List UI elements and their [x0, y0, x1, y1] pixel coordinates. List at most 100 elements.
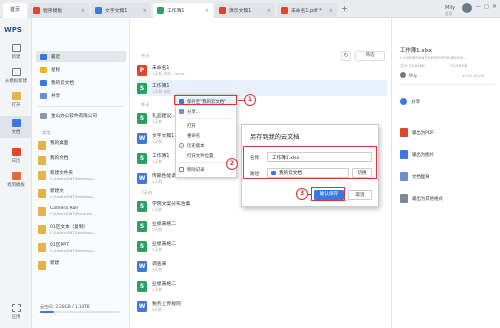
- presentation-icon: [219, 7, 226, 14]
- action-slim[interactable]: 文档瘦身: [412, 174, 430, 180]
- folder-item[interactable]: 新建文 C:\Users\SNT\Desktop\...: [38, 188, 126, 199]
- word-file-icon: W: [137, 132, 147, 144]
- highlight-box: [311, 187, 345, 201]
- cancel-button[interactable]: 取消: [348, 190, 372, 200]
- section-label: 今天: [141, 53, 150, 58]
- folder-item[interactable]: 我的文档: [38, 155, 126, 165]
- slim-icon: [400, 172, 408, 181]
- file-row[interactable]: W 调查表 3天前: [137, 258, 387, 274]
- detail-path: C:\USERS\SNT\DESKTOP\SUBOOK...: [400, 55, 467, 60]
- folder-item[interactable]: 01区PPT C:\Users\SNT\Desktop\...: [38, 242, 126, 253]
- file-row[interactable]: S 业绩表格二 2天前: [137, 218, 387, 234]
- detail-owner: Mily: [409, 73, 418, 78]
- file-row[interactable]: P 未命名1 1天前 本地 · temp: [137, 62, 387, 78]
- section-label: 7天内: [141, 190, 153, 195]
- detail-size-value: 13.58 KB: [450, 63, 468, 68]
- tab-home[interactable]: 首页: [3, 3, 27, 18]
- new-tab-button[interactable]: +: [341, 4, 348, 13]
- rail-calendar[interactable]: 日历: [0, 148, 32, 164]
- menu-item-share[interactable]: 分享...: [176, 107, 238, 116]
- close-window-button[interactable]: ×: [492, 3, 497, 10]
- pdf-icon: [33, 7, 40, 14]
- sidebar: 最近 星标 我的云文档 共享 金山办公软件有限公司 常用 我的桌面 我的文档 新…: [32, 18, 130, 328]
- avatar[interactable]: [462, 3, 472, 13]
- folder-icon: [38, 156, 46, 165]
- action-export-pdf[interactable]: 输出为PDF: [412, 130, 434, 136]
- export-icon: [400, 194, 408, 203]
- star-icon: [40, 66, 47, 73]
- share-icon: [179, 109, 184, 114]
- folder-icon: [38, 225, 46, 234]
- spreadsheet-file-icon: S: [137, 280, 147, 292]
- rail-template[interactable]: 从模板新建: [0, 68, 32, 84]
- minimize-button[interactable]: —: [476, 4, 481, 10]
- detail-date: 2019-10-09: [462, 73, 485, 78]
- share-icon: [40, 92, 47, 99]
- folder-item[interactable]: Camera Roll C:\Users\SNT\Pictures\...: [38, 206, 126, 216]
- divider: [179, 118, 235, 119]
- word-file-icon: W: [137, 300, 147, 312]
- plus-icon: [11, 44, 21, 52]
- template-store-icon: [11, 172, 21, 180]
- rail-documents[interactable]: 文档: [0, 116, 32, 138]
- menu-item-open[interactable]: 打开: [176, 121, 238, 130]
- file-row[interactable]: S 业绩表格二 4天前: [137, 278, 387, 294]
- sidebar-item-team[interactable]: 金山办公软件有限公司: [36, 110, 126, 121]
- calendar-icon: [11, 148, 21, 156]
- tab-document[interactable]: 程序模板 ×: [29, 3, 89, 18]
- action-export-image[interactable]: 输出为图片: [412, 152, 434, 158]
- folder-icon: [11, 92, 21, 100]
- rail-new[interactable]: 新建: [0, 44, 32, 60]
- spreadsheet-file-icon: S: [137, 82, 147, 94]
- sidebar-item-starred[interactable]: 星标: [36, 64, 126, 75]
- tab-document[interactable]: 工作簿1 ×: [153, 3, 213, 18]
- close-icon[interactable]: ×: [267, 8, 271, 14]
- divider: [400, 84, 495, 85]
- spreadsheet-file-icon: S: [137, 220, 147, 232]
- filter-button[interactable]: 筛选: [355, 51, 385, 61]
- tab-document[interactable]: 文字文稿1 ×: [91, 3, 151, 18]
- file-row[interactable]: W 税务上传规则 5天前: [137, 298, 387, 314]
- highlight-box: [243, 146, 377, 179]
- close-icon[interactable]: ×: [143, 8, 147, 14]
- folder-item[interactable]: 新建文件夹 C:\Users\SNT\Desktop\...: [38, 170, 126, 181]
- action-export-other[interactable]: 输出为其他格式: [412, 196, 443, 202]
- refresh-button[interactable]: ↻: [341, 51, 351, 61]
- user-member-label: 会员: [445, 11, 453, 16]
- apps-icon: [11, 304, 21, 312]
- tab-document[interactable]: 演示文稿1 ×: [215, 3, 275, 18]
- pdf-icon: [281, 7, 288, 14]
- share-link[interactable]: 分享: [411, 99, 420, 105]
- sidebar-section-title: 常用: [42, 130, 51, 135]
- folder-icon: [38, 261, 46, 270]
- word-file-icon: W: [137, 172, 147, 184]
- folder-item[interactable]: 01区文本（复制） C:\Users\SNT\Desktop\...: [38, 224, 126, 235]
- rail-open[interactable]: 打开: [0, 92, 32, 108]
- close-icon[interactable]: ×: [205, 8, 209, 14]
- divider: [38, 106, 124, 107]
- menu-item-rename[interactable]: 重命名: [176, 131, 238, 140]
- close-icon[interactable]: ×: [81, 8, 85, 14]
- tab-document[interactable]: 未命名1.pdf * ×: [277, 3, 337, 18]
- clock-icon: [40, 53, 47, 60]
- file-detail-panel: 工作簿1.xlsx C:\USERS\SNT\DESKTOP\SUBOOK...…: [391, 18, 500, 328]
- menu-item-history[interactable]: 历史版本: [176, 141, 238, 150]
- file-row[interactable]: S 业绩表格二 3天前: [137, 238, 387, 254]
- folder-item[interactable]: 我的桌面: [38, 140, 126, 150]
- tab-bar: 首页 程序模板 × 文字文稿1 × 工作簿1 × 演示文稿1 × 未命名1.pd…: [0, 0, 500, 18]
- folder-icon: [38, 141, 46, 150]
- rail-find-template[interactable]: 找到模板: [0, 172, 32, 188]
- sidebar-item-recent[interactable]: 最近: [36, 51, 126, 62]
- document-icon: [11, 119, 21, 127]
- close-icon[interactable]: ×: [329, 8, 333, 14]
- folder-item[interactable]: 新建: [38, 260, 126, 270]
- template-icon: [11, 68, 21, 76]
- rail-apps[interactable]: 应用: [0, 304, 32, 320]
- step-badge-1: 1: [244, 94, 256, 106]
- word-file-icon: W: [137, 260, 147, 272]
- section-label: 昨天: [141, 102, 150, 107]
- maximize-button[interactable]: □: [484, 4, 489, 10]
- sidebar-item-cloud[interactable]: 我的云文档: [36, 77, 126, 88]
- step-badge-2: 2: [226, 158, 238, 170]
- sidebar-item-shared[interactable]: 共享: [36, 90, 126, 101]
